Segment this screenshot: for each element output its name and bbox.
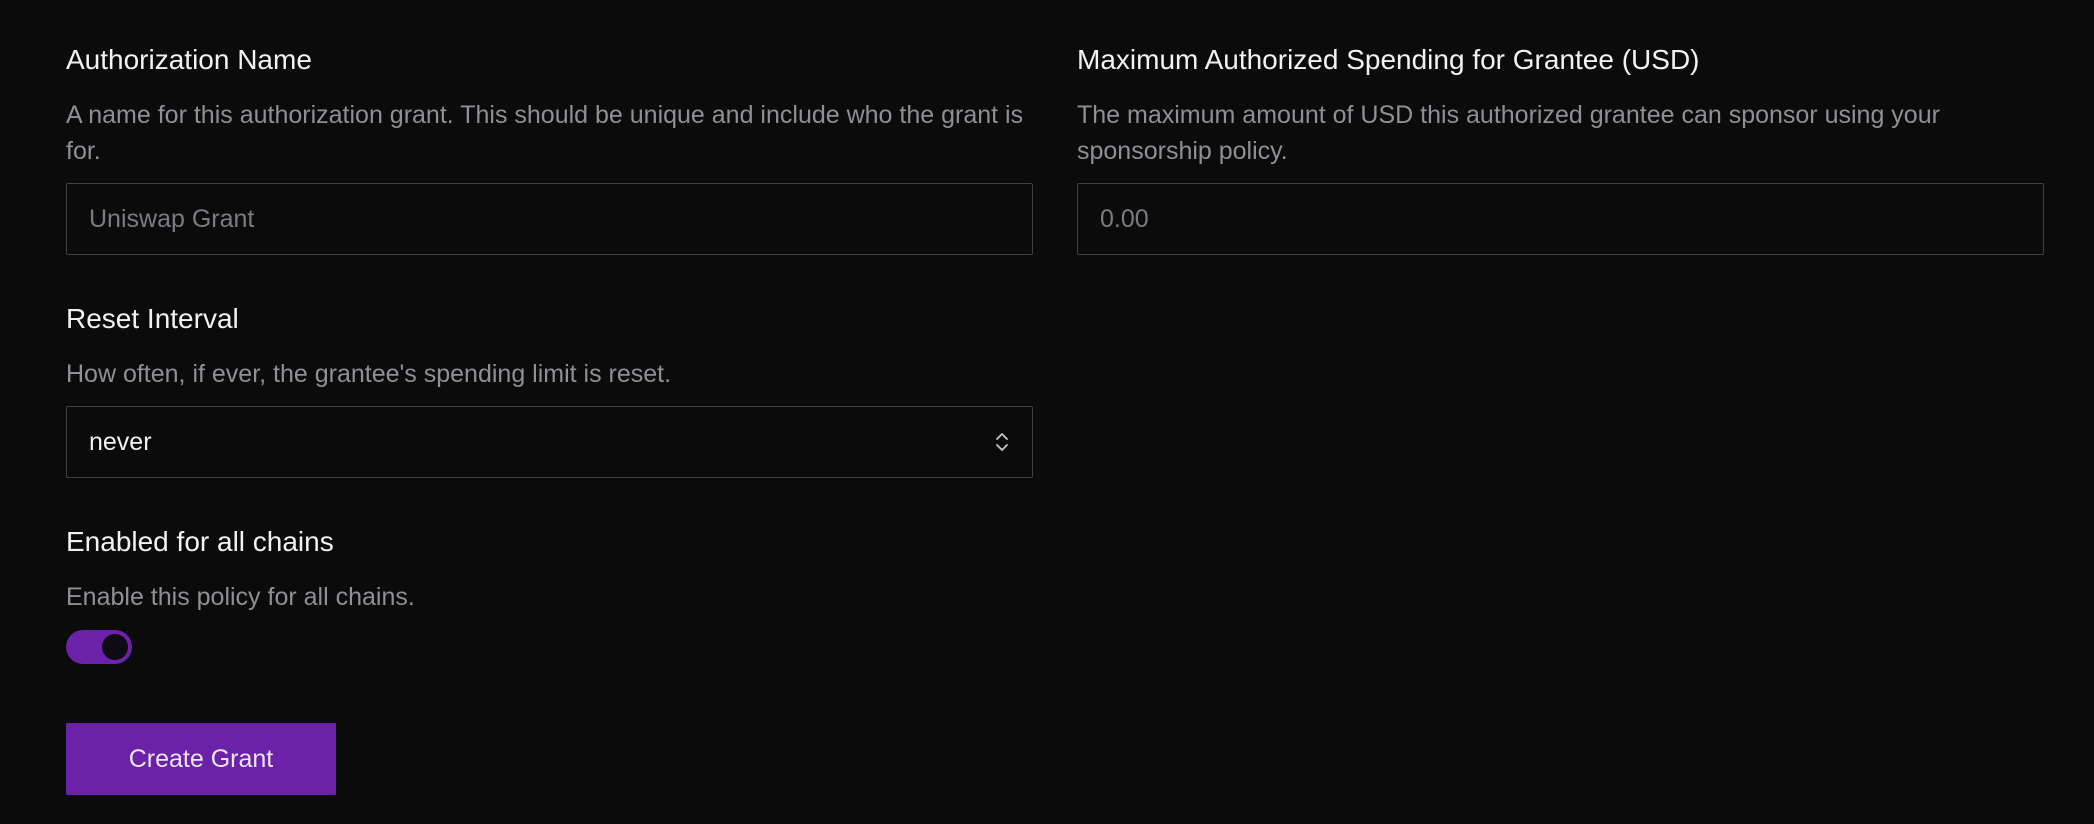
- chevron-up-down-icon: [994, 430, 1010, 454]
- authorization-name-field: [66, 183, 1033, 255]
- all-chains-description: Enable this policy for all chains.: [66, 583, 415, 611]
- reset-interval-value: never: [89, 427, 152, 456]
- max-spending-description: The maximum amount of USD this authorize…: [1077, 101, 1940, 165]
- authorization-name-label: Authorization Name: [66, 44, 312, 75]
- toggle-knob: [102, 634, 128, 660]
- max-spending-label: Maximum Authorized Spending for Grantee …: [1077, 44, 1700, 75]
- reset-interval-label: Reset Interval: [66, 303, 239, 334]
- max-spending-field: [1077, 183, 2044, 255]
- all-chains-label: Enabled for all chains: [66, 526, 334, 557]
- reset-interval-description: How often, if ever, the grantee's spendi…: [66, 360, 672, 388]
- reset-interval-select[interactable]: never: [66, 406, 1033, 478]
- authorization-name-description: A name for this authorization grant. Thi…: [66, 101, 1024, 165]
- all-chains-toggle[interactable]: [66, 630, 132, 664]
- create-grant-form: Authorization Name A name for this autho…: [0, 0, 2094, 824]
- authorization-name-input[interactable]: [67, 184, 1032, 254]
- create-grant-button[interactable]: Create Grant: [66, 723, 336, 795]
- max-spending-input[interactable]: [1078, 184, 2043, 254]
